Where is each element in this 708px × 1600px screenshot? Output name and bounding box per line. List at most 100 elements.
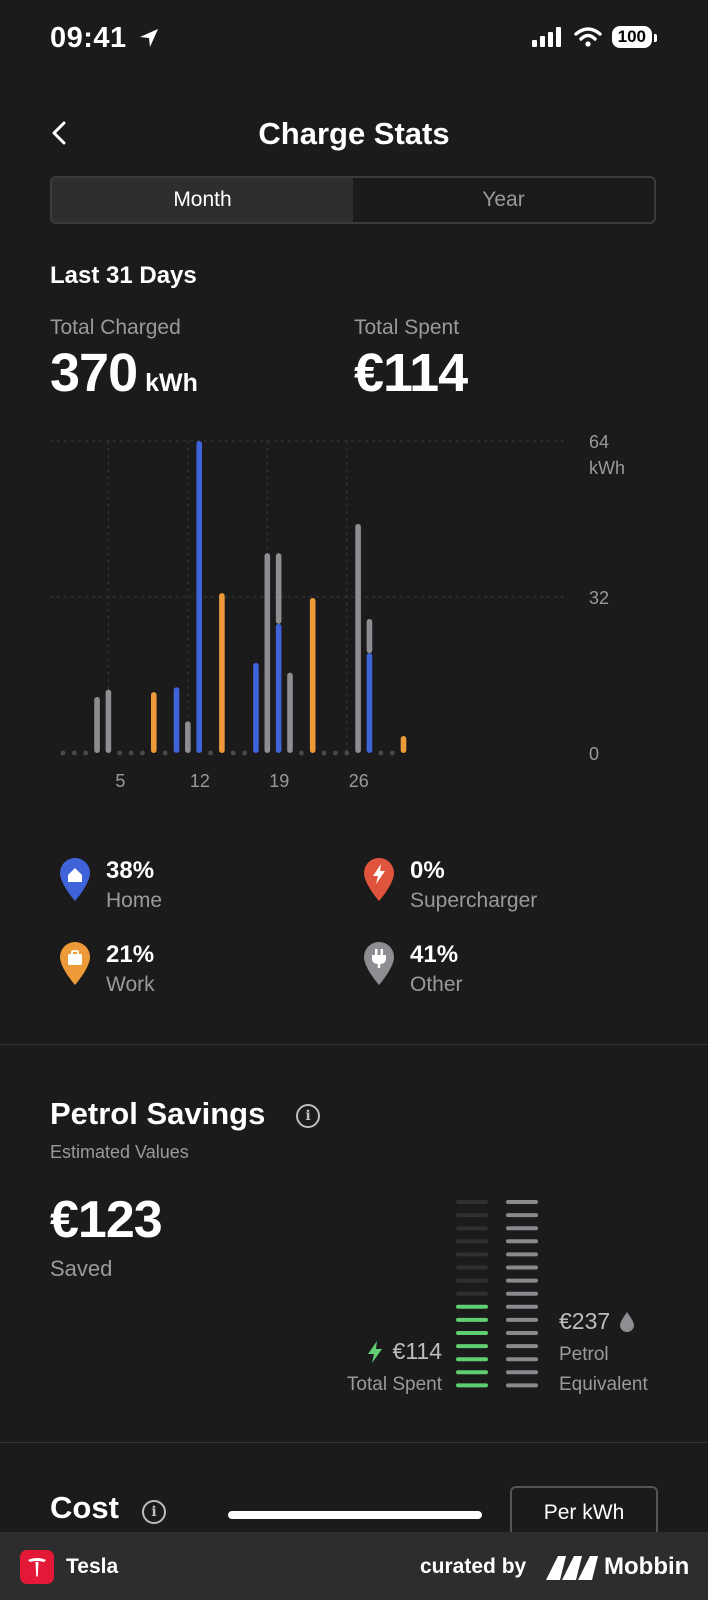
bolt-icon [367,1340,382,1363]
petrol-subtitle: Estimated Values [50,1142,189,1162]
spent-level-segment [456,1239,488,1244]
cost-info-icon[interactable]: i [142,1500,166,1524]
chart-baseline-dot [230,750,236,756]
petrol-level-segment [506,1239,538,1244]
petrol-level-segment [506,1304,538,1309]
petrol-saved-value: €123 [50,1191,163,1249]
chart-baseline-dot [60,750,66,756]
legend-home: 38% Home [58,856,162,916]
spent-level-segment [456,1344,488,1349]
petrol-spent-value: €114 [392,1338,442,1364]
chart-y-tick-label: 64 [589,432,609,452]
spent-level-segment [456,1213,488,1218]
wifi-icon [573,27,602,47]
supercharger-pin-icon [364,858,394,901]
chart-baseline-dot [208,750,213,756]
footer-brand: Mobbin [604,1553,690,1580]
legend-work-name: Work [106,973,155,996]
chart-x-tick-label: 19 [269,771,289,791]
spent-level-segment [456,1317,488,1322]
chart-x-tick-label: 26 [349,771,369,791]
legend-home-name: Home [106,889,163,912]
legend-other: 41% Other [362,940,463,1000]
spent-level-segment [456,1200,488,1204]
chart-bar-other [264,553,271,753]
home-indicator [228,1511,482,1519]
spent-level-segment [456,1252,488,1257]
spent-level-segment [456,1291,488,1296]
period-title: Last 31 Days [50,262,197,289]
petrol-level-segment [506,1278,538,1283]
chart-bar-home [275,623,282,753]
tab-month[interactable]: Month [52,178,353,222]
chart-baseline-dot [140,750,145,756]
chart-y-unit-label: kWh [589,458,625,478]
legend-other-name: Other [410,973,463,996]
chart-baseline-dot [242,750,248,756]
total-spent-label: Total Spent [354,316,460,339]
cost-title: Cost [50,1490,119,1525]
legend-work-pct: 21% [106,941,155,968]
spent-level-segment [456,1265,488,1270]
petrol-equivalent-label: Petrol Equivalent [559,1344,648,1395]
legend-supercharger: 0% Supercharger [362,856,537,916]
spent-level-segment [456,1331,488,1335]
chart-baseline-dot [321,750,327,756]
section-divider [0,1044,708,1045]
battery-icon: 100 [611,26,658,48]
legend-supercharger-name: Supercharger [410,889,538,912]
location-arrow-icon [140,29,159,47]
chart-bar-other [355,523,361,753]
petrol-level-segment [506,1226,538,1231]
petrol-info-icon[interactable]: i [296,1104,320,1128]
chart-baseline-dot [378,750,384,756]
petrol-level-segment [506,1357,538,1362]
status-icons: 100 [531,26,658,48]
petrol-equivalent-value: €237 [559,1308,611,1334]
legend-other-pct: 41% [410,941,459,968]
signal-icon [531,27,561,47]
section-divider [0,1442,708,1443]
total-spent-value: €114 [354,343,468,403]
chart-bar-work [309,597,316,753]
chart-x-tick-label: 12 [190,771,210,791]
chart-baseline-dot [389,750,395,756]
status-time: 09:41 [50,22,161,55]
chart-baseline-dot [83,750,89,756]
petrol-level-segment [506,1213,538,1218]
total-charged-label: Total Charged [50,316,181,339]
chart-bar-home [366,653,373,753]
petrol-saved-label: Saved [50,1256,113,1281]
chart-bar-other [366,618,373,654]
chart-bar-other [105,689,112,753]
petrol-equivalent: €237 [559,1308,635,1335]
petrol-level-segment [506,1344,538,1349]
petrol-level-segment [506,1200,538,1204]
spent-level-segment [456,1304,488,1309]
chart-bar-work [400,735,407,753]
chart-bar-other [185,721,191,753]
petrol-level-segment [506,1265,538,1270]
chart-baseline-dot [128,750,134,756]
chart-baseline-dot [162,750,168,756]
chart-bar-other [275,553,282,624]
chart-bar-work [151,692,157,753]
petrol-level-segment [506,1252,538,1257]
total-charged-value: 370 kWh [50,343,198,403]
legend-home-pct: 38% [106,857,155,884]
chart-bar-other [94,696,100,753]
petrol-spent-label: Total Spent [346,1374,442,1395]
chart-baseline-dot [344,750,350,756]
petrol-level-segment [506,1383,538,1388]
mobbin-logo-icon [546,1556,598,1580]
work-pin-icon [60,942,90,985]
spent-level-segment [456,1278,488,1283]
chart-baseline-dot [71,750,77,756]
home-pin-icon [60,858,90,901]
tab-year[interactable]: Year [353,178,654,222]
spent-level-segment [456,1357,488,1362]
spent-level-segment [456,1226,488,1231]
chart-baseline-dot [298,750,304,756]
spent-level-segment [456,1383,488,1388]
chart-y-tick-label: 0 [589,744,599,764]
